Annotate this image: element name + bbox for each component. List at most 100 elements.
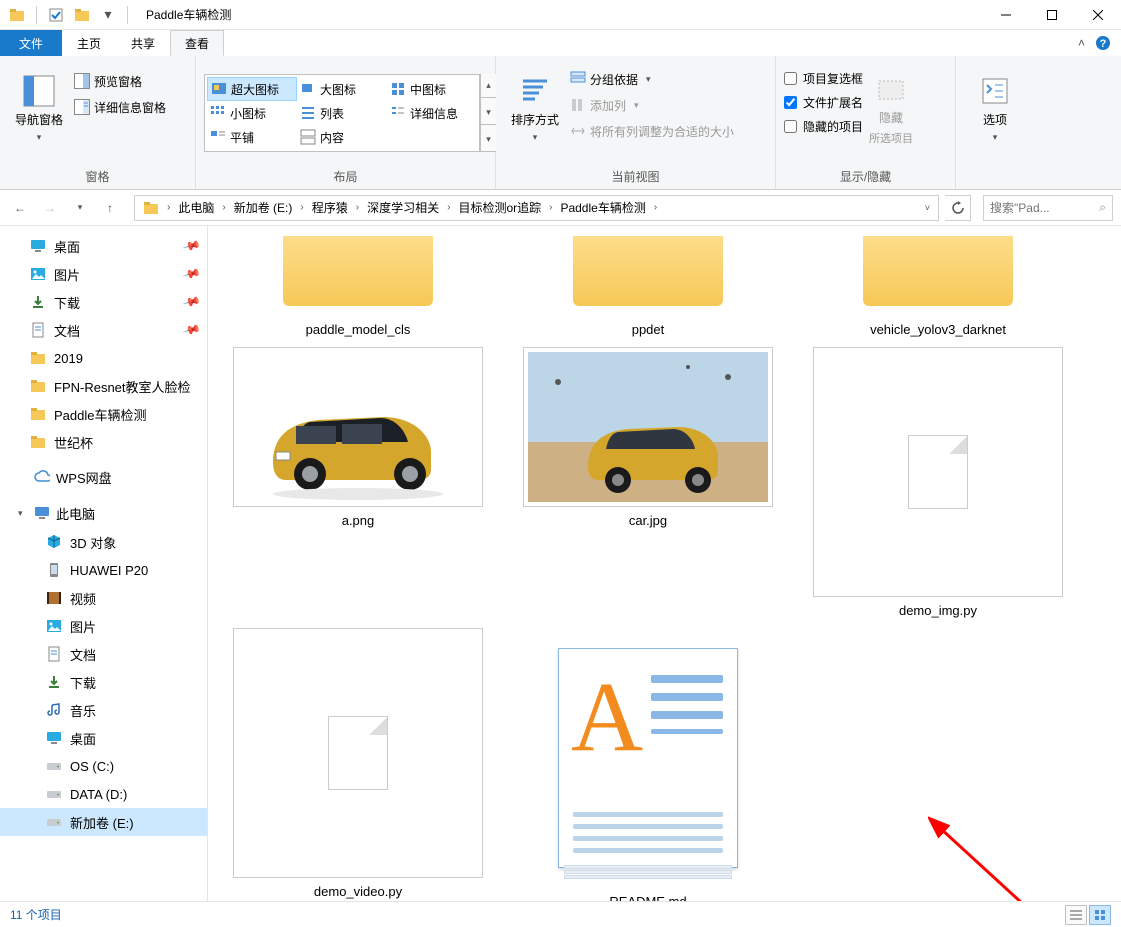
close-button[interactable] (1075, 0, 1121, 30)
options-icon (979, 75, 1011, 107)
sidebar-item[interactable]: HUAWEI P20 (0, 556, 207, 584)
folder-icon[interactable] (6, 4, 28, 26)
history-dropdown-icon[interactable]: ▾ (68, 196, 92, 220)
sidebar-item[interactable]: 音乐 (0, 696, 207, 724)
file-area[interactable]: paddle_model_cls ppdet vehicle_yolov3_dark… (208, 226, 1121, 901)
group-by-button[interactable]: 分组依据▾ (566, 66, 738, 92)
icons-view-button[interactable] (1089, 905, 1111, 925)
qat-checkbox-icon[interactable] (45, 4, 67, 26)
sidebar-item[interactable]: 桌面📌 (0, 232, 207, 260)
breadcrumb-1[interactable]: 新加卷 (E:) (230, 196, 297, 220)
music-icon (46, 702, 62, 718)
nav-pane-button[interactable]: 导航窗格 ▾ (8, 60, 70, 158)
sidebar-item[interactable]: 文档📌 (0, 316, 207, 344)
sidebar-item[interactable]: 图片 (0, 612, 207, 640)
downloads-icon (46, 674, 62, 690)
file-item[interactable]: AREADME.md (508, 628, 788, 901)
file-item[interactable]: a.png (218, 347, 498, 618)
nav-sidebar[interactable]: 桌面📌图片📌下载📌文档📌2019FPN-Resnet教室人脸检Paddle车辆检… (0, 226, 208, 901)
layout-list[interactable]: 列表 (297, 101, 387, 125)
preview-pane-button[interactable]: 预览窗格 (70, 68, 170, 94)
sidebar-item[interactable]: 图片📌 (0, 260, 207, 288)
title-bar: ▾ Paddle车辆检测 (0, 0, 1121, 30)
sidebar-item[interactable]: 2019 (0, 344, 207, 372)
back-button[interactable]: ← (8, 196, 32, 220)
add-column-button[interactable]: 添加列▾ (566, 92, 738, 118)
sidebar-item[interactable]: 下载📌 (0, 288, 207, 316)
file-name: README.md (609, 888, 686, 901)
options-button[interactable]: 选项▾ (964, 60, 1026, 158)
qat-folder2-icon[interactable] (71, 4, 93, 26)
tab-view[interactable]: 查看 (170, 30, 224, 56)
help-icon[interactable]: ? (1095, 35, 1111, 51)
sidebar-item[interactable]: 视频 (0, 584, 207, 612)
qat-dropdown-icon[interactable]: ▾ (97, 4, 119, 26)
sidebar-wps[interactable]: WPS网盘 (0, 462, 207, 492)
breadcrumb-2[interactable]: 程序猿 (308, 196, 352, 220)
refresh-button[interactable] (945, 195, 971, 221)
hidden-items-option[interactable]: 隐藏的项目 (784, 114, 863, 138)
maximize-button[interactable] (1029, 0, 1075, 30)
fit-columns-button[interactable]: 将所有列调整为合适的大小 (566, 118, 738, 144)
status-bar: 11 个项目 (0, 901, 1121, 927)
layout-xl[interactable]: 超大图标 (207, 77, 297, 101)
details-pane-button[interactable]: 详细信息窗格 (70, 94, 170, 120)
sidebar-item[interactable]: Paddle车辆检测 (0, 400, 207, 428)
disk-icon (46, 814, 62, 830)
up-button[interactable]: ↑ (98, 196, 122, 220)
search-box[interactable]: ⌕ (983, 195, 1113, 221)
tab-file[interactable]: 文件 (0, 30, 62, 56)
sidebar-this-pc[interactable]: ▾此电脑 (0, 498, 207, 528)
minimize-button[interactable] (983, 0, 1029, 30)
sidebar-item[interactable]: 新加卷 (E:) (0, 808, 207, 836)
breadcrumb-root-icon[interactable] (139, 196, 163, 220)
search-input[interactable] (990, 201, 1099, 215)
sidebar-item[interactable]: FPN-Resnet教室人脸检 (0, 372, 207, 400)
file-item[interactable]: demo_img.py (798, 347, 1078, 618)
sidebar-item[interactable]: 文档 (0, 640, 207, 668)
hide-icon (875, 73, 907, 105)
file-name: demo_img.py (899, 597, 977, 618)
layout-tile[interactable]: 平铺 (207, 125, 297, 149)
sidebar-item[interactable]: 3D 对象 (0, 528, 207, 556)
layout-m[interactable]: 中图标 (387, 77, 477, 101)
file-item[interactable]: paddle_model_cls (218, 236, 498, 337)
tab-share[interactable]: 共享 (116, 30, 170, 56)
layout-l[interactable]: 大图标 (297, 77, 387, 101)
folder-icon (30, 350, 46, 366)
sidebar-item[interactable]: DATA (D:) (0, 780, 207, 808)
sidebar-item[interactable]: 下载 (0, 668, 207, 696)
sidebar-item[interactable]: 桌面 (0, 724, 207, 752)
file-name: vehicle_yolov3_darknet (870, 316, 1006, 337)
breadcrumb-3[interactable]: 深度学习相关 (363, 196, 443, 220)
breadcrumb-4[interactable]: 目标检测or追踪 (454, 196, 545, 220)
file-item[interactable]: demo_video.py (218, 628, 498, 901)
breadcrumb[interactable]: › 此电脑›新加卷 (E:)›程序猿›深度学习相关›目标检测or追踪›Paddl… (134, 195, 939, 221)
file-ext-option[interactable]: 文件扩展名 (784, 90, 863, 114)
layout-content[interactable]: 内容 (297, 125, 387, 149)
file-item[interactable]: car.jpg (508, 347, 788, 618)
breadcrumb-5[interactable]: Paddle车辆检测 (556, 196, 649, 220)
file-name: paddle_model_cls (306, 316, 411, 337)
pin-icon: 📌 (182, 236, 202, 256)
video-icon (46, 590, 62, 606)
documents-icon (46, 646, 62, 662)
sort-button[interactable]: 排序方式▾ (504, 60, 566, 158)
sidebar-item[interactable]: OS (C:) (0, 752, 207, 780)
file-name: ppdet (632, 316, 665, 337)
file-item[interactable]: ppdet (508, 236, 788, 337)
forward-button[interactable]: → (38, 196, 62, 220)
tab-home[interactable]: 主页 (62, 30, 116, 56)
layout-s[interactable]: 小图标 (207, 101, 297, 125)
pin-icon: 📌 (182, 292, 202, 312)
hide-selected-button[interactable]: 隐藏所选项目 (863, 60, 919, 158)
layout-detail[interactable]: 详细信息 (387, 101, 477, 125)
layout-gallery[interactable]: 超大图标 大图标 中图标 小图标 列表 详细信息 平铺 内容 (204, 74, 480, 152)
details-view-button[interactable] (1065, 905, 1087, 925)
file-item[interactable]: vehicle_yolov3_darknet (798, 236, 1078, 337)
collapse-ribbon-icon[interactable]: ˄ (1078, 36, 1085, 50)
item-checkbox-option[interactable]: 项目复选框 (784, 66, 863, 90)
sidebar-item[interactable]: 世纪杯 (0, 428, 207, 456)
breadcrumb-0[interactable]: 此电脑 (174, 196, 218, 220)
sort-icon (519, 75, 551, 107)
